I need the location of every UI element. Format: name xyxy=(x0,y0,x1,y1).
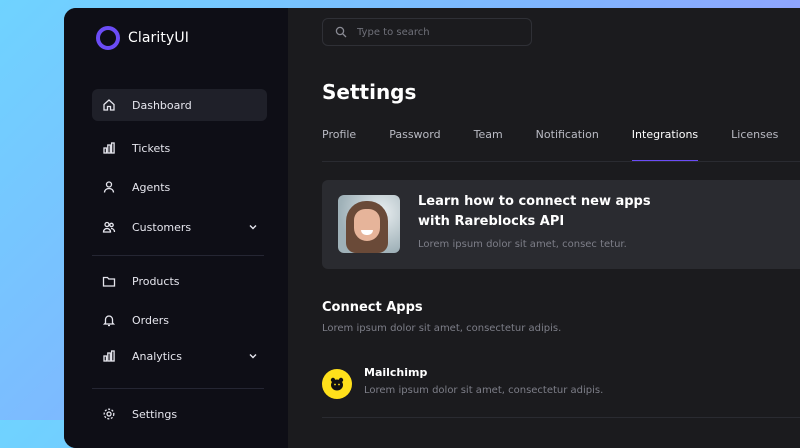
sidebar-item-dashboard[interactable]: Dashboard xyxy=(92,89,267,121)
page-title: Settings xyxy=(322,80,417,104)
tabs-divider xyxy=(322,161,800,162)
sidebar-item-customers[interactable]: Customers xyxy=(92,211,267,243)
main-content: Settings Profile Password Team Notificat… xyxy=(288,8,800,448)
user-icon xyxy=(102,180,116,194)
bell-icon xyxy=(102,313,116,327)
chevron-down-icon xyxy=(247,350,259,362)
search-input[interactable] xyxy=(355,25,509,39)
tab-integrations[interactable]: Integrations xyxy=(631,128,699,162)
api-banner[interactable]: Learn how to connect new apps with Rareb… xyxy=(322,180,800,269)
home-icon xyxy=(102,98,116,112)
users-icon xyxy=(102,220,116,234)
banner-subtitle: Lorem ipsum dolor sit amet, consec tetur… xyxy=(418,239,627,250)
brand-name: ClarityUI xyxy=(128,30,189,46)
tab-notification[interactable]: Notification xyxy=(536,128,599,160)
sidebar-item-label: Customers xyxy=(132,220,192,234)
sidebar: ClarityUI Dashboard Tickets Agents Custo xyxy=(64,8,288,448)
banner-title: Learn how to connect new apps with Rareb… xyxy=(418,194,651,229)
sidebar-divider xyxy=(92,388,264,389)
sidebar-item-settings[interactable]: Settings xyxy=(92,398,267,430)
bar-chart-icon xyxy=(102,349,116,363)
sidebar-item-analytics[interactable]: Analytics xyxy=(92,340,267,372)
brand[interactable]: ClarityUI xyxy=(96,26,189,50)
connect-apps-subtitle: Lorem ipsum dolor sit amet, consectetur … xyxy=(322,323,562,334)
sidebar-item-label: Orders xyxy=(132,313,169,327)
list-divider xyxy=(322,417,800,418)
tab-profile[interactable]: Profile xyxy=(322,128,356,160)
folder-icon xyxy=(102,274,116,288)
bar-chart-icon xyxy=(102,141,116,155)
sidebar-item-label: Products xyxy=(132,274,180,288)
tab-licenses[interactable]: Licenses xyxy=(731,128,778,160)
search-icon xyxy=(335,23,347,42)
tab-team[interactable]: Team xyxy=(474,128,503,160)
sidebar-item-agents[interactable]: Agents xyxy=(92,171,267,203)
sidebar-item-products[interactable]: Products xyxy=(92,265,267,297)
connect-apps-title: Connect Apps xyxy=(322,300,423,315)
logo-icon xyxy=(96,26,120,50)
settings-tabs: Profile Password Team Notification Integ… xyxy=(322,128,800,162)
avatar xyxy=(338,195,400,253)
gear-icon xyxy=(102,407,116,421)
sidebar-item-tickets[interactable]: Tickets xyxy=(92,132,267,164)
sidebar-item-label: Tickets xyxy=(132,141,171,155)
app-description: Lorem ipsum dolor sit amet, consectetur … xyxy=(364,385,604,396)
chevron-down-icon xyxy=(247,221,259,233)
app-name: Mailchimp xyxy=(364,366,428,379)
sidebar-item-label: Dashboard xyxy=(132,98,192,112)
app-window: ClarityUI Dashboard Tickets Agents Custo xyxy=(64,8,800,448)
tab-password[interactable]: Password xyxy=(389,128,440,160)
sidebar-item-label: Settings xyxy=(132,407,178,421)
mailchimp-icon xyxy=(322,369,352,399)
sidebar-item-orders[interactable]: Orders xyxy=(92,304,267,336)
sidebar-item-label: Analytics xyxy=(132,349,182,363)
sidebar-divider xyxy=(92,255,264,256)
search-box[interactable] xyxy=(322,18,532,46)
sidebar-item-label: Agents xyxy=(132,180,171,194)
